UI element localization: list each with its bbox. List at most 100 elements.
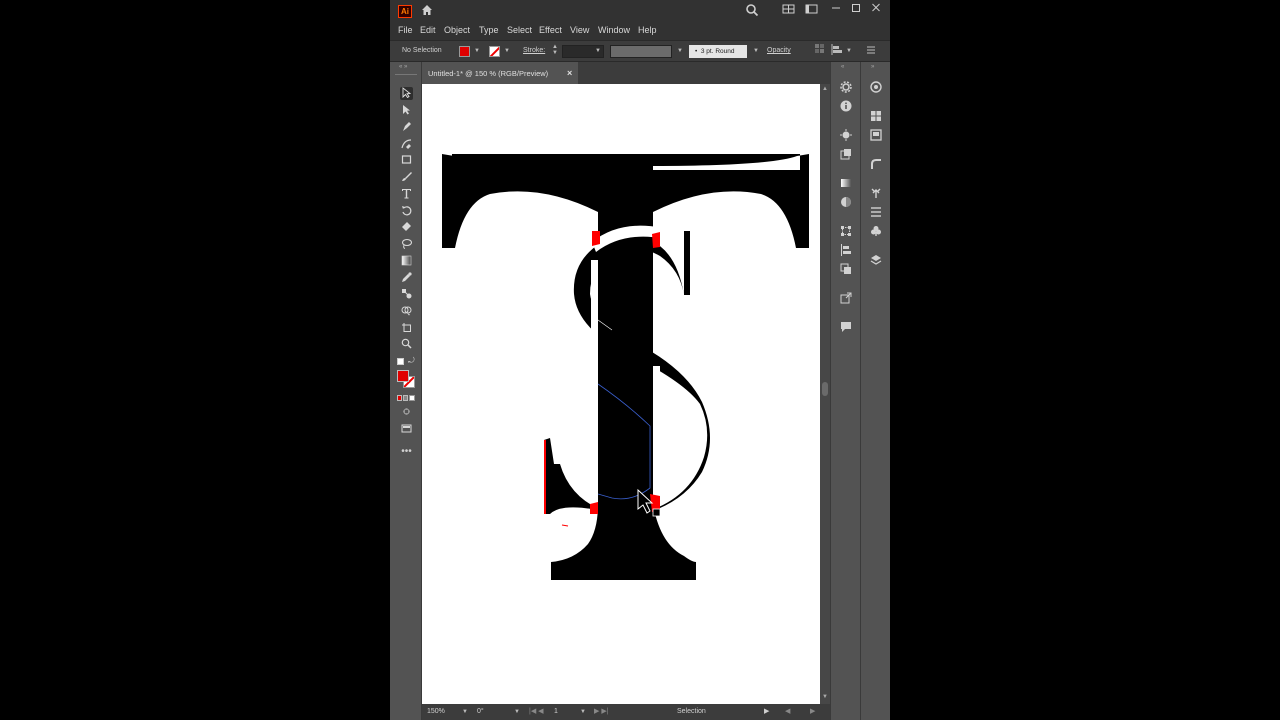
direct-selection-tool-icon[interactable]	[400, 104, 413, 117]
horizontal-scroll-left-icon[interactable]: ◀	[785, 707, 790, 715]
status-menu-icon[interactable]: ▶	[764, 707, 769, 715]
stroke-swatch[interactable]	[489, 46, 500, 57]
close-icon[interactable]	[871, 0, 881, 18]
scroll-up-icon[interactable]: ▲	[822, 86, 828, 92]
next-artboard-icon[interactable]: ▶ ▶|	[594, 707, 609, 715]
brush-definition-field[interactable]: • 3 pt. Round	[689, 45, 747, 58]
stroke-dropdown-icon[interactable]: ▼	[504, 48, 510, 54]
minimize-icon[interactable]	[831, 0, 841, 18]
curvature-tool-icon[interactable]	[400, 138, 413, 151]
artboard[interactable]	[422, 84, 820, 704]
swatches-icon[interactable]	[869, 110, 883, 124]
fill-dropdown-icon[interactable]: ▼	[474, 48, 480, 54]
info-icon[interactable]	[839, 100, 853, 114]
horizontal-scroll-right-icon[interactable]: ▶	[810, 707, 815, 715]
arrange-documents-icon[interactable]	[782, 3, 795, 19]
shape-builder-tool-icon[interactable]	[400, 305, 413, 318]
fill-swatch[interactable]	[459, 46, 470, 57]
document-tab[interactable]: Untitled-1* @ 150 % (RGB/Preview) ×	[422, 62, 578, 84]
brushes-icon[interactable]	[869, 206, 883, 220]
dock-expand-icon[interactable]: »	[871, 64, 874, 70]
align-icon[interactable]	[831, 43, 843, 59]
zoom-dropdown-icon[interactable]: ▼	[462, 709, 468, 715]
rotation-dropdown-icon[interactable]: ▼	[514, 709, 520, 715]
ts-monogram-artwork[interactable]	[422, 84, 820, 704]
artboard-number[interactable]: 1	[554, 708, 558, 715]
rectangle-tool-icon[interactable]	[400, 154, 413, 167]
control-menu-icon[interactable]	[866, 43, 876, 59]
stroke-weight-stepper-icon[interactable]: ▲ ▼	[552, 44, 558, 56]
drawing-modes-icon[interactable]	[400, 406, 413, 419]
stroke-panel-icon[interactable]	[869, 158, 883, 172]
scroll-thumb[interactable]	[822, 382, 828, 396]
document-tab-bar: Untitled-1* @ 150 % (RGB/Preview) ×	[422, 62, 830, 84]
menu-view[interactable]: View	[570, 25, 589, 35]
edit-toolbar-icon[interactable]: •••	[400, 445, 413, 458]
artboard-tool-icon[interactable]	[400, 322, 413, 335]
document-close-icon[interactable]: ×	[567, 68, 572, 78]
brush-dropdown-icon[interactable]: ▼	[753, 48, 759, 54]
menu-help[interactable]: Help	[638, 25, 657, 35]
rotate-tool-icon[interactable]	[400, 205, 413, 218]
swap-colors-icon[interactable]: ⤾	[408, 356, 415, 366]
artboard-dropdown-icon[interactable]: ▼	[580, 709, 586, 715]
rotation-value[interactable]: 0°	[477, 708, 484, 715]
type-tool-icon[interactable]	[400, 188, 413, 201]
align-panel-icon[interactable]	[839, 244, 853, 258]
toolbar-collapse-icon[interactable]: « »	[399, 64, 407, 70]
selection-tool-icon[interactable]	[400, 87, 413, 100]
pen-tool-icon[interactable]	[400, 121, 413, 134]
eyedropper-tool-icon[interactable]	[400, 272, 413, 285]
menu-type[interactable]: Type	[479, 25, 499, 35]
menu-object[interactable]: Object	[444, 25, 470, 35]
comments-icon[interactable]	[839, 321, 853, 335]
s-white-gap-left	[591, 260, 598, 384]
stroke-label[interactable]: Stroke:	[523, 47, 545, 54]
workspace-icon[interactable]	[805, 3, 818, 19]
variable-width-dropdown-icon[interactable]: ▼	[677, 48, 683, 54]
vertical-scrollbar[interactable]: ▲ ▼	[820, 84, 830, 704]
gradient-panel-icon[interactable]	[839, 177, 853, 191]
s-white-gap-right	[653, 366, 660, 424]
maximize-icon[interactable]	[851, 0, 861, 18]
menu-edit[interactable]: Edit	[420, 25, 436, 35]
pathfinder-icon[interactable]	[839, 263, 853, 277]
zoom-level[interactable]: 150%	[427, 708, 445, 715]
menu-window[interactable]: Window	[598, 25, 630, 35]
transform-icon[interactable]	[839, 225, 853, 239]
menu-select[interactable]: Select	[507, 25, 532, 35]
variable-width-field[interactable]	[610, 45, 672, 58]
fill-color-swatch[interactable]	[397, 370, 409, 382]
symbols-icon[interactable]	[869, 187, 883, 201]
transparency-icon[interactable]	[839, 196, 853, 210]
export-icon[interactable]	[839, 292, 853, 306]
eraser-tool-icon[interactable]	[400, 221, 413, 234]
appearance-icon[interactable]	[839, 129, 853, 143]
opacity-label[interactable]: Opacity	[767, 47, 791, 54]
default-colors-icon[interactable]	[397, 358, 404, 365]
screen-mode-icon[interactable]	[400, 423, 413, 436]
recolor-icon[interactable]	[814, 43, 825, 60]
scroll-down-icon[interactable]: ▼	[822, 694, 828, 700]
first-artboard-icon[interactable]: |◀ ◀	[529, 707, 544, 715]
lasso-tool-icon[interactable]	[400, 238, 413, 251]
gradient-tool-icon[interactable]	[400, 255, 413, 268]
layers-icon[interactable]	[869, 254, 883, 268]
align-dropdown-icon[interactable]: ▼	[846, 48, 852, 54]
dock-collapse-icon[interactable]: «	[841, 64, 844, 70]
color-guide-icon[interactable]	[869, 81, 883, 95]
zoom-tool-icon[interactable]	[400, 338, 413, 351]
color-mode-icons[interactable]	[397, 395, 415, 401]
search-icon[interactable]	[745, 3, 759, 21]
canvas-area[interactable]: ▲ ▼	[422, 84, 830, 704]
libraries-icon[interactable]	[869, 129, 883, 143]
home-icon[interactable]	[420, 3, 434, 21]
menu-effect[interactable]: Effect	[539, 25, 562, 35]
graphic-styles-icon[interactable]	[839, 148, 853, 162]
properties-icon[interactable]	[839, 81, 853, 95]
paintbrush-tool-icon[interactable]	[400, 171, 413, 184]
blend-tool-icon[interactable]	[400, 288, 413, 301]
symbols-library-icon[interactable]	[869, 225, 883, 239]
menu-file[interactable]: File	[398, 25, 413, 35]
stroke-weight-dropdown-icon[interactable]: ▼	[595, 48, 601, 54]
